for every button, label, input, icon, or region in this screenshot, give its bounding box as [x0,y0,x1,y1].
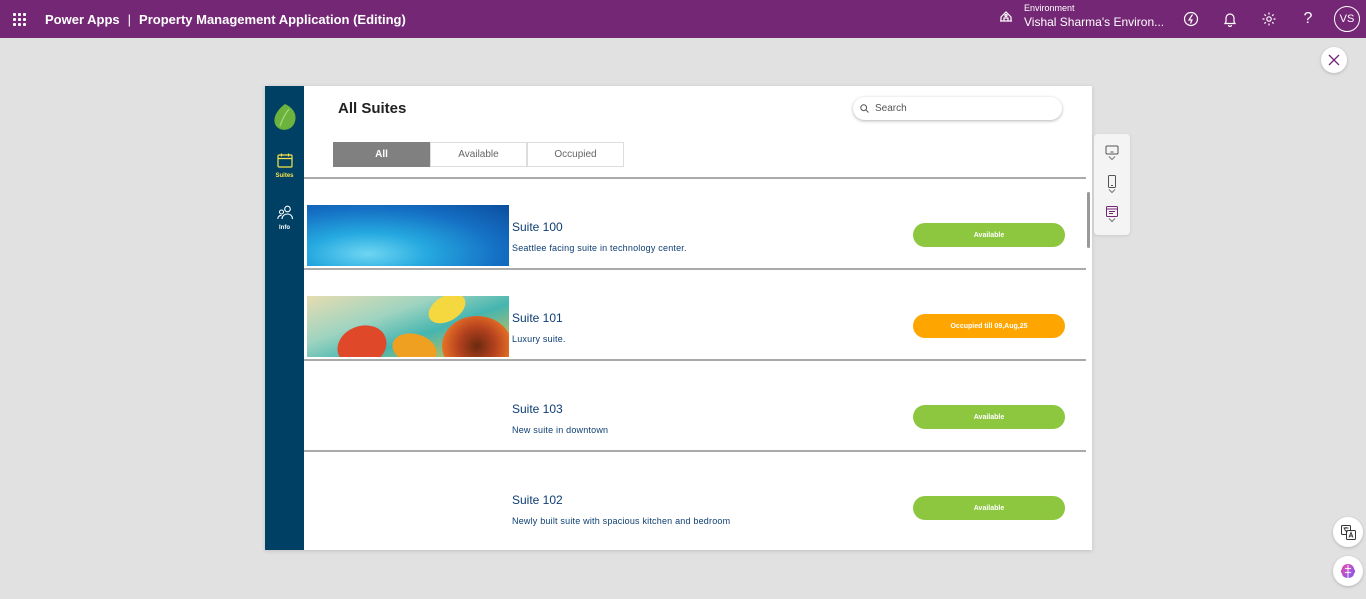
copilot-icon [1183,11,1199,27]
gear-icon [1262,12,1276,26]
table-row[interactable]: Suite 103 New suite in downtown Availabl… [304,361,1086,452]
close-icon [1328,54,1340,66]
tab-all[interactable]: All [333,142,430,167]
calendar-icon [276,153,293,168]
status-button[interactable]: Available [913,405,1065,429]
avatar[interactable]: VS [1334,6,1360,32]
search-box[interactable] [853,97,1062,120]
table-row[interactable]: Suite 100 Seattlee facing suite in techn… [304,179,1086,270]
status-button[interactable]: Available [913,223,1065,247]
title-separator: | [127,11,132,27]
product-name[interactable]: Power Apps [45,12,120,27]
main-content: All Suites All Available Occupied Suite … [304,86,1092,550]
sidebar-item-suites[interactable]: Suites [265,153,304,179]
suite-description: Seattlee facing suite in technology cent… [512,243,687,253]
help-button[interactable]: ? [1295,6,1321,32]
table-row[interactable]: Suite 102 Newly built suite with spaciou… [304,452,1086,543]
environment-picker[interactable]: Environment Vishal Sharma's Environ... [998,3,1164,29]
web-view-button[interactable] [1104,206,1120,230]
suite-name: Suite 101 [512,311,563,325]
suite-description: New suite in downtown [512,425,609,435]
status-button[interactable]: Available [913,496,1065,520]
notifications-button[interactable] [1217,6,1243,32]
environment-icon [1000,11,1012,22]
copilot-assist-button[interactable] [1333,556,1363,586]
search-input[interactable] [875,103,1045,114]
sidebar: Suites Info [265,86,304,550]
suite-image[interactable] [307,296,509,357]
people-icon [276,205,293,220]
app-launcher-button[interactable] [0,0,38,38]
environment-name: Vishal Sharma's Environ... [1024,15,1165,29]
help-icon: ? [1303,10,1313,27]
tab-occupied[interactable]: Occupied [527,142,624,167]
close-button[interactable] [1321,47,1347,73]
app-header: Power Apps | Property Management Applica… [0,0,1366,38]
app-canvas: Suites Info All Suites All Available Occ… [265,86,1092,550]
suite-image[interactable] [307,205,509,266]
status-button[interactable]: Occupied till 09,Aug,25 [913,314,1065,338]
phone-icon [1108,175,1116,188]
preview-toolbar [1094,134,1130,235]
sidebar-item-label: Info [279,225,290,231]
chevron-down-icon [1108,189,1116,194]
tablet-view-button[interactable] [1104,145,1120,169]
suite-description: Newly built suite with spacious kitchen … [512,516,731,526]
environment-label: Environment [1024,3,1075,13]
chevron-down-icon [1108,218,1116,223]
page-title: All Suites [338,100,407,117]
translate-button[interactable] [1333,517,1363,547]
waffle-icon [12,12,26,26]
brain-icon [1340,564,1356,578]
tab-available[interactable]: Available [430,142,527,167]
app-title-bar: Power Apps | Property Management Applica… [45,12,406,27]
translate-icon [1340,524,1356,540]
app-title: Property Management Application (Editing… [139,11,406,27]
chevron-down-icon [1108,156,1116,161]
suite-name: Suite 103 [512,402,563,416]
copilot-button[interactable] [1178,6,1204,32]
search-icon [860,104,869,113]
browser-icon [1106,206,1118,217]
suite-gallery: Suite 100 Seattlee facing suite in techn… [304,179,1086,543]
suite-name: Suite 102 [512,493,563,507]
settings-button[interactable] [1256,6,1282,32]
suite-description: Luxury suite. [512,334,566,344]
filter-tabs: All Available Occupied [333,142,624,167]
scrollbar[interactable] [1087,192,1090,248]
table-row[interactable]: Suite 101 Luxury suite. Occupied till 09… [304,270,1086,361]
leaf-logo-icon [274,104,296,130]
phone-view-button[interactable] [1104,175,1120,199]
sidebar-item-info[interactable]: Info [265,205,304,231]
suite-name: Suite 100 [512,220,563,234]
sidebar-item-label: Suites [275,173,294,179]
bell-icon [1223,13,1237,27]
tablet-icon [1105,145,1119,155]
